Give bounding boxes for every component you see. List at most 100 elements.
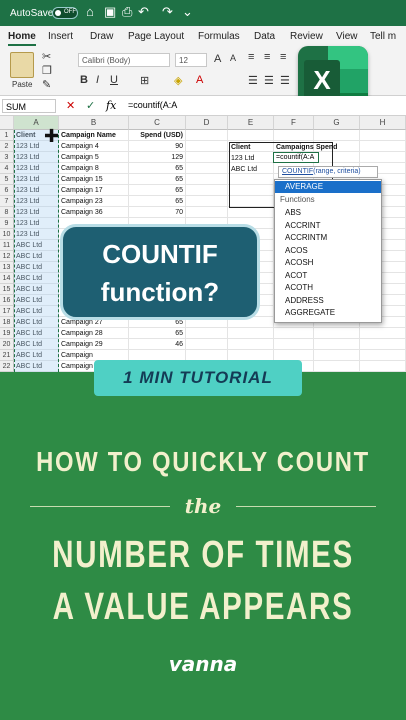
col-header-h[interactable]: H xyxy=(360,116,406,130)
fill-color-icon[interactable]: ◈ xyxy=(174,74,182,87)
row-header[interactable]: 9 xyxy=(0,218,14,229)
table-cell[interactable] xyxy=(360,361,406,372)
table-cell[interactable]: Campaign 5 xyxy=(59,152,129,163)
row-header[interactable]: 5 xyxy=(0,174,14,185)
col-header-b[interactable]: B xyxy=(59,116,129,130)
copy-icon[interactable]: ❐ xyxy=(42,64,52,77)
bold-icon[interactable]: B xyxy=(80,74,88,86)
customize-icon[interactable]: ⌄ xyxy=(182,5,193,19)
tab-review[interactable]: Review xyxy=(290,31,323,42)
row-header[interactable]: 17 xyxy=(0,306,14,317)
decrease-font-icon[interactable]: A xyxy=(230,53,236,63)
tell-me[interactable]: Tell m xyxy=(370,31,396,42)
align-right-icon[interactable]: ☰ xyxy=(280,74,290,87)
table-cell[interactable]: 129 xyxy=(129,152,186,163)
header-cell-spend[interactable]: Spend (USD) xyxy=(129,130,186,141)
italic-icon[interactable]: I xyxy=(96,74,99,86)
table-cell[interactable] xyxy=(360,152,406,163)
row-header[interactable]: 1 xyxy=(0,130,14,141)
table-cell[interactable] xyxy=(186,152,228,163)
row-header[interactable]: 11 xyxy=(0,240,14,251)
row-header[interactable]: 20 xyxy=(0,339,14,350)
col-header-g[interactable]: G xyxy=(314,116,360,130)
row-header[interactable]: 21 xyxy=(0,350,14,361)
tab-formulas[interactable]: Formulas xyxy=(198,31,240,42)
table-cell[interactable] xyxy=(360,130,406,141)
borders-icon[interactable]: ⊞ xyxy=(140,74,149,87)
active-cell[interactable]: =countif(A:A xyxy=(273,152,319,163)
table-cell[interactable] xyxy=(186,163,228,174)
row-header[interactable]: 12 xyxy=(0,251,14,262)
autocomplete-item[interactable]: ADDRESS xyxy=(275,295,381,307)
table-cell[interactable]: Campaign 23 xyxy=(59,196,129,207)
table-cell[interactable] xyxy=(360,141,406,152)
autocomplete-selected[interactable]: AVERAGE xyxy=(275,181,381,193)
tab-draw[interactable]: Draw xyxy=(90,31,113,42)
header-cell-campaign[interactable]: Campaign Name xyxy=(59,130,129,141)
tooltip-function[interactable]: COUNTIF xyxy=(282,168,313,175)
fx-icon[interactable]: fx xyxy=(106,99,116,112)
tab-page-layout[interactable]: Page Layout xyxy=(128,31,184,42)
table-cell[interactable] xyxy=(228,339,274,350)
table-cell[interactable] xyxy=(186,141,228,152)
align-top-icon[interactable]: ≡ xyxy=(248,51,254,63)
table-cell[interactable] xyxy=(228,207,274,218)
table-cell[interactable]: Campaign 36 xyxy=(59,207,129,218)
autosave-toggle[interactable]: OFF xyxy=(52,7,78,19)
home-icon[interactable]: ⌂ xyxy=(86,5,94,19)
table-cell[interactable] xyxy=(360,328,406,339)
underline-icon[interactable]: U xyxy=(110,74,118,86)
row-header[interactable]: 6 xyxy=(0,185,14,196)
table-cell[interactable] xyxy=(186,130,228,141)
table-cell[interactable]: Campaign 8 xyxy=(59,163,129,174)
row-header[interactable]: 18 xyxy=(0,317,14,328)
table-cell[interactable]: Campaign 15 xyxy=(59,174,129,185)
undo-icon[interactable]: ↶ xyxy=(138,5,149,19)
table-cell[interactable]: 65 xyxy=(129,174,186,185)
table-cell[interactable]: Campaign 28 xyxy=(59,328,129,339)
summary-client-abc[interactable]: ABC Ltd xyxy=(231,166,257,173)
table-cell[interactable] xyxy=(186,185,228,196)
autocomplete-item[interactable]: ACOSH xyxy=(275,257,381,269)
table-cell[interactable] xyxy=(360,350,406,361)
print-icon[interactable]: ⎙ xyxy=(122,5,132,19)
table-cell[interactable]: Campaign 17 xyxy=(59,185,129,196)
summary-client-123[interactable]: 123 Ltd xyxy=(231,155,254,162)
col-header-f[interactable]: F xyxy=(274,116,314,130)
table-cell[interactable] xyxy=(186,328,228,339)
autocomplete-item[interactable]: ACCRINT xyxy=(275,220,381,232)
table-cell[interactable] xyxy=(274,328,314,339)
align-left-icon[interactable]: ☰ xyxy=(248,74,258,87)
table-cell[interactable]: 65 xyxy=(129,196,186,207)
table-cell[interactable]: 90 xyxy=(129,141,186,152)
table-cell[interactable] xyxy=(274,130,314,141)
font-color-icon[interactable]: A xyxy=(196,74,203,86)
formula-input[interactable]: =countif(A:A xyxy=(128,100,177,110)
table-cell[interactable] xyxy=(186,174,228,185)
table-cell[interactable] xyxy=(186,196,228,207)
autocomplete-item[interactable]: ABS xyxy=(275,207,381,219)
format-painter-icon[interactable]: ✎ xyxy=(42,78,51,91)
redo-icon[interactable]: ↷ xyxy=(162,5,173,19)
autocomplete-item[interactable]: ACCRINTM xyxy=(275,232,381,244)
cancel-icon[interactable]: ✕ xyxy=(66,99,75,112)
align-bottom-icon[interactable]: ≡ xyxy=(280,51,286,63)
col-header-c[interactable]: C xyxy=(129,116,186,130)
table-cell[interactable]: 46 xyxy=(129,339,186,350)
table-cell[interactable] xyxy=(314,350,360,361)
row-header[interactable]: 19 xyxy=(0,328,14,339)
row-header[interactable]: 2 xyxy=(0,141,14,152)
table-cell[interactable]: 65 xyxy=(129,185,186,196)
table-cell[interactable]: 65 xyxy=(129,163,186,174)
row-header[interactable]: 15 xyxy=(0,284,14,295)
table-cell[interactable]: Campaign 4 xyxy=(59,141,129,152)
save-icon[interactable]: ▣ xyxy=(104,5,116,19)
row-header[interactable]: 4 xyxy=(0,163,14,174)
cut-icon[interactable]: ✂ xyxy=(42,50,51,63)
autocomplete-item[interactable]: AGGREGATE xyxy=(275,307,381,319)
function-tooltip[interactable]: COUNTIF(range, criteria) xyxy=(278,166,378,178)
font-size-select[interactable]: 12 xyxy=(175,53,207,67)
select-all[interactable] xyxy=(0,116,14,130)
tab-data[interactable]: Data xyxy=(254,31,275,42)
name-box[interactable]: SUM xyxy=(2,99,56,113)
